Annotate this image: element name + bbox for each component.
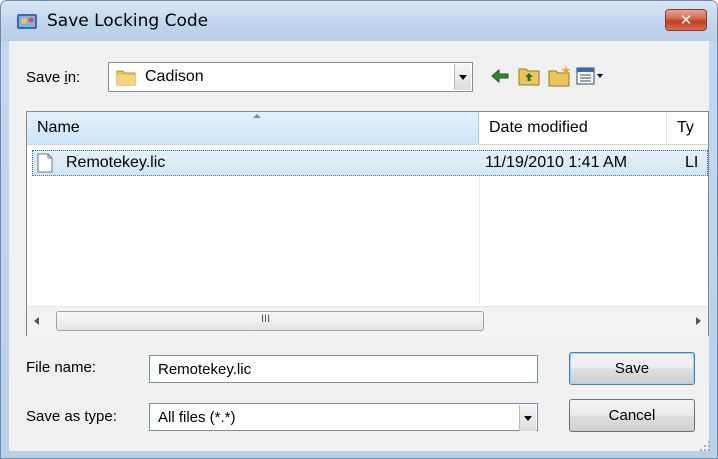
scroll-right-icon[interactable] (690, 313, 706, 329)
file-date-modified: 11/19/2010 1:41 AM (485, 154, 628, 171)
save-in-label: Save in: (26, 69, 81, 86)
scroll-left-icon[interactable] (29, 313, 45, 329)
app-icon (17, 14, 37, 29)
close-button[interactable]: ✕ (665, 9, 707, 31)
column-header-name[interactable]: Name (27, 112, 479, 144)
save-in-value: Cadison (145, 68, 204, 85)
up-folder-icon[interactable] (516, 63, 542, 89)
save-in-dropdown[interactable]: Cadison (108, 62, 473, 92)
chevron-down-icon[interactable] (519, 405, 536, 431)
file-type: LI (685, 154, 699, 171)
sort-ascending-icon (253, 114, 261, 118)
list-item[interactable]: Remotekey.lic 11/19/2010 1:41 AM LI (32, 150, 708, 176)
back-icon[interactable] (487, 63, 513, 89)
save-button[interactable]: Save (569, 352, 695, 385)
list-header: Name Date modified Ty (27, 112, 708, 145)
file-name-input[interactable] (149, 355, 538, 383)
title-bar[interactable]: Save Locking Code ✕ (1, 1, 717, 41)
horizontal-scrollbar[interactable]: III (27, 306, 708, 336)
save-as-type-value: All files (*.*) (158, 409, 236, 426)
cancel-button[interactable]: Cancel (569, 399, 695, 432)
file-name-label: File name: (26, 359, 97, 376)
scroll-grip: III (261, 313, 271, 325)
column-header-date-modified[interactable]: Date modified (479, 112, 667, 144)
scroll-thumb[interactable]: III (56, 311, 484, 331)
save-dialog-window: Save Locking Code ✕ Save in: Cadison Nam… (0, 0, 718, 459)
file-icon (37, 153, 53, 173)
folder-icon (116, 70, 136, 86)
column-header-type[interactable]: Ty (667, 112, 708, 144)
view-menu-icon[interactable] (575, 63, 605, 89)
new-folder-icon[interactable] (546, 63, 572, 89)
chevron-down-icon[interactable] (454, 64, 471, 90)
save-as-type-label: Save as type: (26, 408, 117, 425)
file-name: Remotekey.lic (66, 154, 166, 171)
file-list[interactable]: Name Date modified Ty Remotekey.lic 11/1… (26, 111, 709, 336)
window-title: Save Locking Code (47, 11, 209, 31)
resize-grip-icon[interactable] (699, 440, 711, 452)
save-as-type-dropdown[interactable]: All files (*.*) (149, 403, 538, 431)
